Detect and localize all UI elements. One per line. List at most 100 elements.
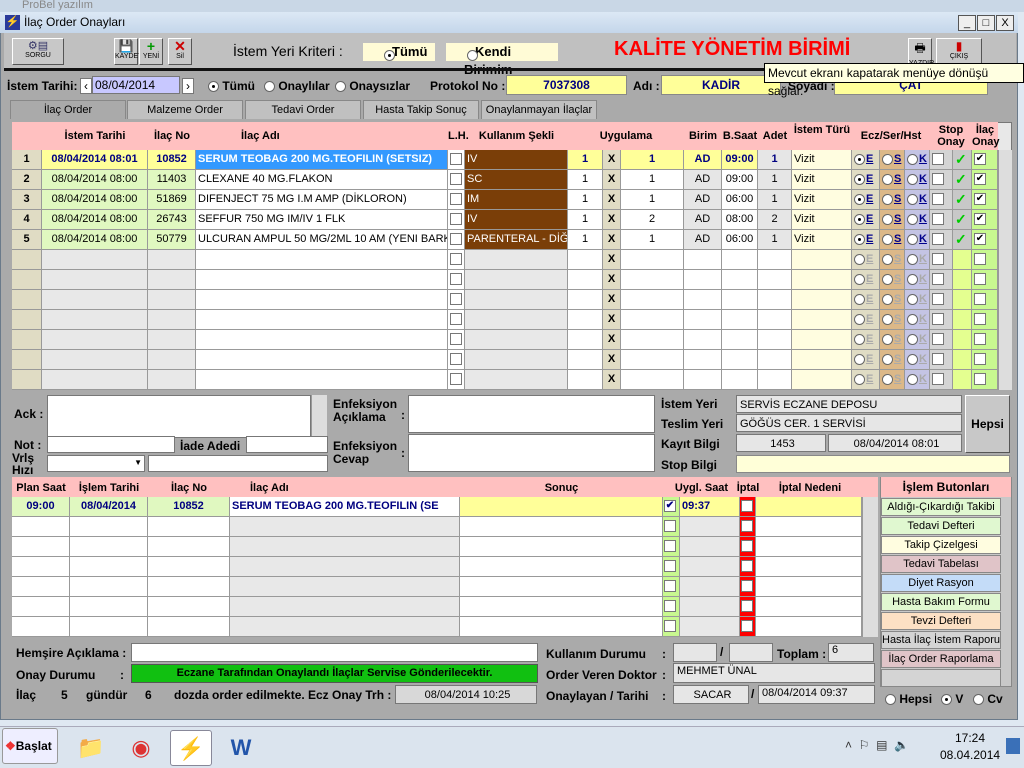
ilac-onay-checkbox[interactable]	[972, 250, 998, 270]
tab-0[interactable]: İlaç Order	[10, 100, 126, 119]
checkbox[interactable]	[932, 333, 944, 346]
ecz-radio[interactable]: E	[852, 270, 880, 290]
hst-radio[interactable]: K	[905, 150, 930, 170]
ilac-onay-checkbox[interactable]	[972, 370, 998, 390]
checkbox[interactable]	[932, 293, 944, 306]
action-button[interactable]: Hasta Bakım Formu	[881, 593, 1001, 611]
ecz-radio[interactable]: E	[852, 310, 880, 330]
radio[interactable]	[907, 153, 918, 165]
ilac-adi[interactable]	[196, 330, 448, 350]
word-icon[interactable]: W	[220, 730, 262, 766]
ecz-link[interactable]: E	[866, 253, 873, 265]
checkbox[interactable]	[664, 620, 676, 633]
action-button[interactable]: Takip Çizelgesi	[881, 536, 1001, 554]
stop-checkbox[interactable]	[930, 270, 953, 290]
lh-checkbox[interactable]	[448, 290, 465, 310]
ecz-radio[interactable]: E	[852, 290, 880, 310]
lh-checkbox[interactable]	[448, 190, 465, 210]
hst-radio[interactable]: K	[905, 210, 930, 230]
ilac-adi[interactable]	[196, 310, 448, 330]
ecz-link[interactable]: E	[866, 233, 873, 245]
uygl-checkbox[interactable]	[663, 557, 680, 577]
vrls-select[interactable]: ▼	[47, 455, 145, 472]
checkbox[interactable]	[450, 213, 462, 226]
iptal-checkbox[interactable]	[740, 577, 756, 597]
radio[interactable]	[854, 333, 865, 345]
lh-checkbox[interactable]	[448, 310, 465, 330]
iptal-nedeni[interactable]	[756, 617, 862, 637]
tab-2[interactable]: Tedavi Order	[245, 100, 361, 119]
radio[interactable]	[907, 253, 918, 265]
save-button[interactable]: 💾 KAYDET	[114, 38, 143, 65]
uygl-checkbox[interactable]	[663, 517, 680, 537]
ser-radio[interactable]: S	[880, 290, 905, 310]
radio[interactable]	[854, 193, 865, 205]
radio[interactable]	[882, 213, 893, 225]
action-button[interactable]: Diyet Rasyon	[881, 574, 1001, 592]
checkbox[interactable]	[450, 153, 462, 166]
ilac-onay-checkbox[interactable]	[972, 350, 998, 370]
hst-link[interactable]: K	[919, 373, 927, 385]
sonuc[interactable]	[460, 597, 663, 617]
ser-radio[interactable]: S	[880, 230, 905, 250]
hst-link[interactable]: K	[919, 193, 927, 205]
checkbox[interactable]	[450, 173, 462, 186]
action-button[interactable]: Tevzi Defteri	[881, 612, 1001, 630]
checkbox[interactable]: ✔	[974, 173, 986, 186]
sonuc[interactable]	[460, 497, 663, 517]
ecz-link[interactable]: E	[866, 173, 873, 185]
delete-button[interactable]: ✕ Sil	[168, 38, 192, 65]
hepsi-button[interactable]: Hepsi	[965, 395, 1010, 453]
checkbox[interactable]	[741, 540, 753, 553]
radio[interactable]	[907, 273, 918, 285]
order-grid-scrollbar[interactable]	[998, 150, 1012, 390]
checkbox[interactable]	[741, 560, 753, 573]
print-button[interactable]: 🖶YAZDIR	[908, 38, 934, 67]
start-button[interactable]: ❖Başlat	[2, 728, 58, 764]
ser-radio[interactable]: S	[880, 310, 905, 330]
ack-scrollbar[interactable]	[311, 395, 327, 438]
vrls-input[interactable]	[148, 455, 328, 472]
checkbox[interactable]	[932, 273, 944, 286]
stop-checkbox[interactable]	[930, 350, 953, 370]
lh-checkbox[interactable]	[448, 170, 465, 190]
radio[interactable]	[882, 333, 893, 345]
ser-link[interactable]: S	[894, 293, 901, 305]
ecz-link[interactable]: E	[866, 293, 873, 305]
not-input[interactable]	[47, 436, 175, 453]
radio[interactable]	[907, 313, 918, 325]
hst-link[interactable]: K	[919, 173, 927, 185]
tab-4[interactable]: Onaylanmayan İlaçlar	[481, 100, 597, 119]
radio[interactable]	[882, 233, 893, 245]
checkbox[interactable]	[932, 213, 944, 226]
ser-radio[interactable]: S	[880, 210, 905, 230]
criteria-own-radio[interactable]: Kendi Birimim	[446, 43, 558, 77]
checkbox[interactable]	[741, 600, 753, 613]
sonuc[interactable]	[460, 537, 663, 557]
stop-checkbox[interactable]	[930, 310, 953, 330]
checkbox[interactable]	[450, 293, 462, 306]
checkbox[interactable]	[932, 313, 944, 326]
date-input[interactable]: 08/04/2014	[92, 76, 180, 94]
exit-button[interactable]: ▮ ÇIKIŞ	[936, 38, 982, 65]
hst-link[interactable]: K	[919, 333, 927, 345]
checkbox[interactable]	[450, 233, 462, 246]
ser-radio[interactable]: S	[880, 350, 905, 370]
radio[interactable]	[907, 193, 918, 205]
hst-radio[interactable]: K	[905, 290, 930, 310]
sorgu-button[interactable]: ⚙▤ SORGU	[12, 38, 64, 65]
maximize-button[interactable]: □	[977, 15, 995, 31]
radio[interactable]	[907, 333, 918, 345]
ilac-adi[interactable]: ULCURAN AMPUL 50 MG/2ML 10 AM (YENI BARK	[196, 230, 448, 250]
ser-link[interactable]: S	[894, 233, 901, 245]
lh-checkbox[interactable]	[448, 230, 465, 250]
hst-link[interactable]: K	[919, 213, 927, 225]
ilac-onay-checkbox[interactable]: ✔	[972, 150, 998, 170]
radio[interactable]	[907, 213, 918, 225]
ser-link[interactable]: S	[894, 273, 901, 285]
hst-radio[interactable]: K	[905, 370, 930, 390]
radio[interactable]	[854, 153, 865, 165]
ser-radio[interactable]: S	[880, 330, 905, 350]
checkbox[interactable]	[741, 500, 753, 513]
iptal-checkbox[interactable]	[740, 537, 756, 557]
